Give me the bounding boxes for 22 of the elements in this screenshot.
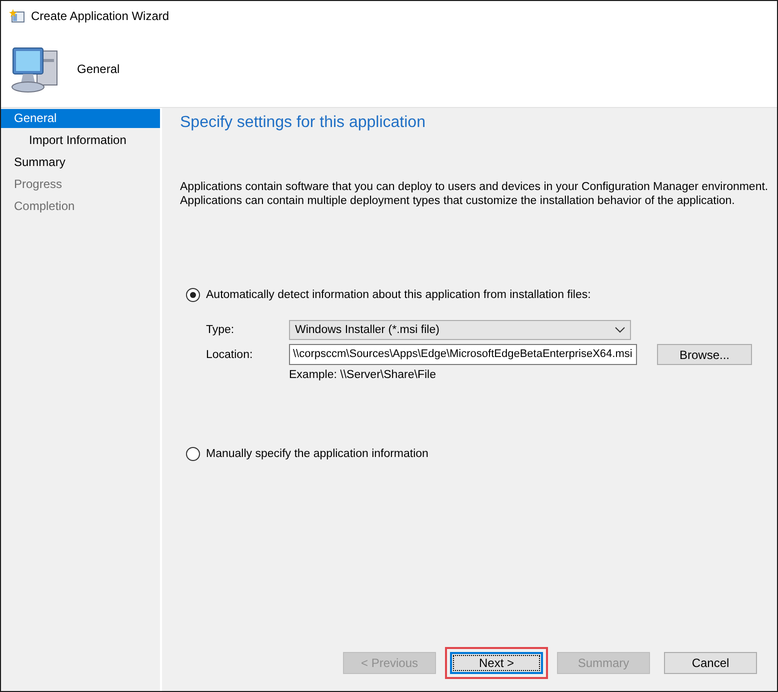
radio-button[interactable]	[186, 447, 200, 461]
wizard-button[interactable]: Cancel	[664, 652, 757, 674]
location-field[interactable]: \\corpsccm\Sources\Apps\Edge\MicrosoftEdgeBetaEnterpriseX64.msi	[289, 344, 637, 365]
type-dropdown[interactable]: Windows Installer (*.msi file)	[289, 320, 631, 340]
description-text: Applications contain software that you can deploy to users and devices in your Configuration Manager environment.	[180, 180, 770, 194]
section-heading: Specify settings for this application	[180, 114, 426, 132]
radio-option[interactable]: Automatically detect information about this application from installation files:	[186, 288, 591, 302]
chevron-down-icon	[615, 327, 625, 333]
example-hint: Example: \\Server\Share\File	[289, 369, 438, 381]
wizard-button[interactable]: Next >	[450, 652, 543, 674]
radio-button[interactable]	[186, 288, 200, 302]
window-title: Create Application Wizard	[31, 9, 170, 23]
browse-button[interactable]: Browse...	[657, 344, 752, 365]
wizard-step[interactable]: Summary	[1, 153, 160, 175]
field-label: Type:	[206, 324, 236, 336]
wizard-step[interactable]: General	[1, 109, 160, 128]
radio-option[interactable]: Manually specify the application information	[186, 447, 428, 461]
page-title: General	[77, 62, 120, 76]
description-text: Applications can contain multiple deployment types that customize the installation behavior of the application.	[180, 194, 736, 208]
wizard-step[interactable]: Import Information	[1, 131, 160, 153]
field-label: Location:	[206, 348, 254, 360]
wizard-icon	[9, 8, 25, 24]
